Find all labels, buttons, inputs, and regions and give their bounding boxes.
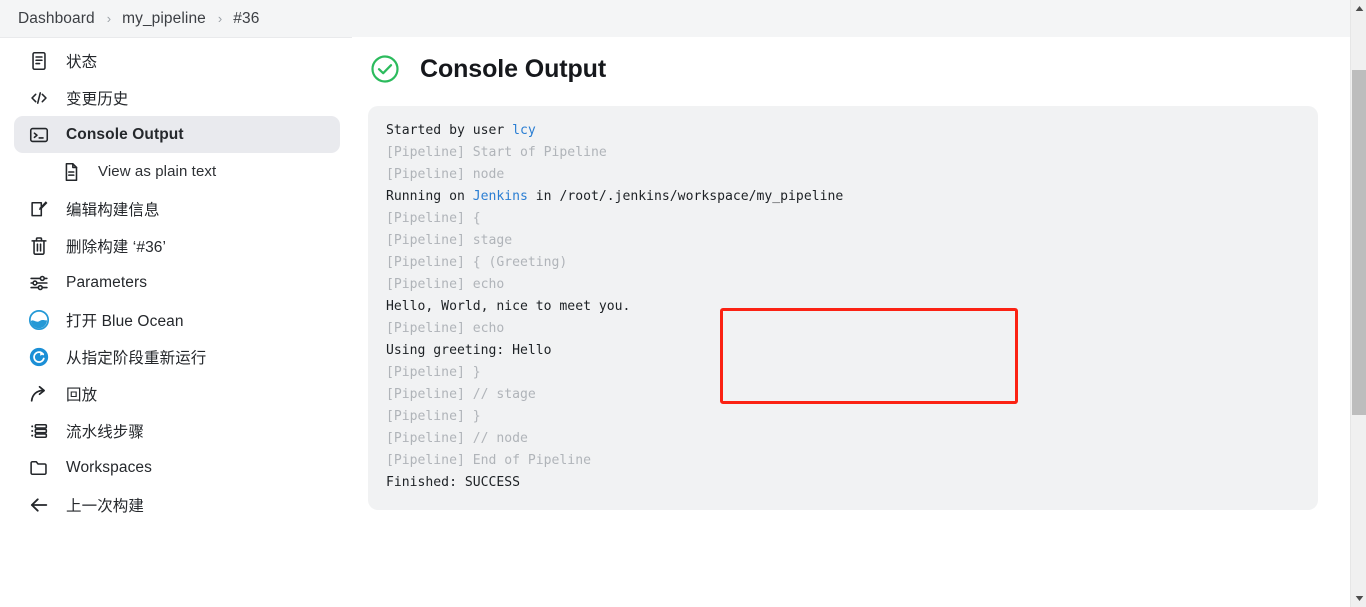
- console-text: [Pipeline] stage: [386, 233, 513, 248]
- arrow-left-icon: [26, 492, 52, 518]
- chevron-right-icon: ›: [217, 11, 223, 26]
- console-text: [Pipeline] node: [386, 167, 505, 182]
- sidebar-item-1[interactable]: 变更历史: [14, 79, 340, 116]
- blue-ocean-icon: [26, 307, 52, 333]
- sidebar-item-9[interactable]: 回放: [14, 375, 340, 412]
- sidebar-item-label: 上一次构建: [66, 497, 145, 515]
- console-text: [Pipeline] echo: [386, 321, 505, 336]
- replay-arrow-icon: [26, 381, 52, 407]
- sidebar-item-8[interactable]: 从指定阶段重新运行: [14, 338, 340, 375]
- folder-icon: [26, 455, 52, 481]
- console-log-line: Started by user lcy: [386, 120, 1300, 142]
- sliders-icon: [26, 270, 52, 296]
- console-log-line: Finished: SUCCESS: [386, 472, 1300, 494]
- sidebar-item-0[interactable]: 状态: [14, 42, 340, 79]
- console-log-line: [Pipeline] End of Pipeline: [386, 450, 1300, 472]
- edit-icon: [26, 196, 52, 222]
- document-icon: [26, 48, 52, 74]
- console-text: in /root/.jenkins/workspace/my_pipeline: [527, 189, 844, 204]
- console-log-line: [Pipeline] echo: [386, 274, 1300, 296]
- console-text: [Pipeline] Start of Pipeline: [386, 145, 607, 160]
- console-text: [Pipeline] { (Greeting): [386, 255, 568, 270]
- sidebar-item-label: 变更历史: [66, 90, 129, 108]
- console-log-line: [Pipeline] }: [386, 362, 1300, 384]
- scroll-up-arrow-icon[interactable]: [1351, 0, 1366, 17]
- sidebar-item-2[interactable]: Console Output: [14, 116, 340, 153]
- sidebar-item-label: 回放: [66, 386, 98, 404]
- console-output-panel[interactable]: Started by user lcy [Pipeline] Start of P…: [368, 106, 1318, 510]
- sidebar-item-label: 流水线步骤: [66, 423, 145, 441]
- sidebar-item-7[interactable]: 打开 Blue Ocean: [14, 301, 340, 338]
- sidebar-item-label: View as plain text: [98, 163, 217, 180]
- console-log-line: [Pipeline] stage: [386, 230, 1300, 252]
- breadcrumb-bar: Dashboard › my_pipeline › #36: [0, 0, 1350, 37]
- sidebar-item-label: Workspaces: [66, 458, 152, 476]
- sidebar-item-10[interactable]: 流水线步骤: [14, 412, 340, 449]
- code-icon: [26, 85, 52, 111]
- chevron-right-icon: ›: [106, 11, 112, 26]
- main-content: Console Output Started by user lcy [Pipel…: [352, 37, 1350, 607]
- sidebar-item-label: 编辑构建信息: [66, 201, 160, 219]
- console-log-line: Running on Jenkins in /root/.jenkins/wor…: [386, 186, 1300, 208]
- sidebar-item-4[interactable]: 编辑构建信息: [14, 190, 340, 227]
- page-header: Console Output: [352, 37, 1350, 86]
- console-log-line: [Pipeline] {: [386, 208, 1300, 230]
- sidebar-item-label: 状态: [66, 53, 98, 71]
- console-log-line: [Pipeline] { (Greeting): [386, 252, 1300, 274]
- console-log-line: Using greeting: Hello: [386, 340, 1300, 362]
- console-link[interactable]: lcy: [512, 123, 536, 138]
- console-text: [Pipeline] // stage: [386, 387, 536, 402]
- sidebar-item-5[interactable]: 删除构建 ‘#36’: [14, 227, 340, 264]
- check-circle-icon: [368, 52, 402, 86]
- console-text: [Pipeline] echo: [386, 277, 505, 292]
- trash-icon: [26, 233, 52, 259]
- console-log-line: Hello, World, nice to meet you.: [386, 296, 1300, 318]
- sidebar-item-label: 打开 Blue Ocean: [66, 312, 184, 330]
- scrollbar-thumb[interactable]: [1352, 70, 1366, 415]
- console-text: [Pipeline] // node: [386, 431, 528, 446]
- console-log-line: [Pipeline] Start of Pipeline: [386, 142, 1300, 164]
- steps-list-icon: [26, 418, 52, 444]
- console-text: Using greeting: Hello: [386, 343, 552, 358]
- console-text: Hello, World, nice to meet you.: [386, 299, 631, 314]
- sidebar: 状态变更历史 Console Output View as plain text 编辑…: [0, 40, 352, 607]
- console-link[interactable]: Jenkins: [473, 189, 528, 204]
- console-text: Finished: SUCCESS: [386, 475, 521, 490]
- page-scrollbar[interactable]: [1350, 0, 1366, 607]
- scroll-down-arrow-icon[interactable]: [1351, 590, 1366, 607]
- console-text: Running on: [386, 189, 473, 204]
- file-text-icon: [58, 159, 84, 185]
- page-title: Console Output: [420, 54, 607, 83]
- breadcrumb-item-dashboard[interactable]: Dashboard: [18, 10, 95, 28]
- console-text: [Pipeline] }: [386, 409, 481, 424]
- breadcrumb-item-build[interactable]: #36: [233, 10, 259, 28]
- page-root: Dashboard › my_pipeline › #36 状态变更历史 Cons…: [0, 0, 1366, 607]
- console-text: Started by user: [386, 123, 513, 138]
- terminal-icon: [26, 122, 52, 148]
- sidebar-item-label: 删除构建 ‘#36’: [66, 238, 167, 256]
- breadcrumb-item-pipeline[interactable]: my_pipeline: [122, 10, 206, 28]
- sidebar-item-3[interactable]: View as plain text: [46, 153, 340, 190]
- sidebar-item-label: Console Output: [66, 125, 184, 143]
- console-text: [Pipeline] End of Pipeline: [386, 453, 591, 468]
- sidebar-item-12[interactable]: 上一次构建: [14, 486, 340, 523]
- console-log-line: [Pipeline] // stage: [386, 384, 1300, 406]
- console-log-line: [Pipeline] // node: [386, 428, 1300, 450]
- console-text: [Pipeline] }: [386, 365, 481, 380]
- console-log-line: [Pipeline] node: [386, 164, 1300, 186]
- console-log-line: [Pipeline] echo: [386, 318, 1300, 340]
- console-text: [Pipeline] {: [386, 211, 481, 226]
- restart-icon: [26, 344, 52, 370]
- console-log-line: [Pipeline] }: [386, 406, 1300, 428]
- sidebar-item-label: 从指定阶段重新运行: [66, 349, 207, 367]
- sidebar-item-label: Parameters: [66, 273, 148, 291]
- sidebar-item-6[interactable]: Parameters: [14, 264, 340, 301]
- sidebar-item-11[interactable]: Workspaces: [14, 449, 340, 486]
